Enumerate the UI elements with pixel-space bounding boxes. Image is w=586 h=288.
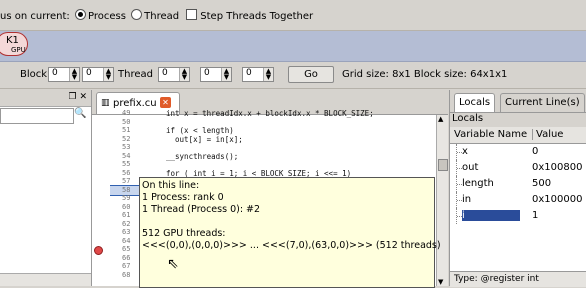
variable-value: 500: [532, 178, 552, 189]
column-header[interactable]: Variable Name: [454, 129, 527, 140]
thread-y-stepper[interactable]: 0 ▲ ▼: [200, 67, 232, 82]
thread-z-stepper[interactable]: 0 ▲ ▼: [242, 67, 274, 82]
line-number: 55: [122, 160, 131, 168]
locals-row[interactable]: i1: [450, 208, 586, 224]
locals-row[interactable]: in 0x100000: [450, 192, 586, 208]
locals-column-header: Variable Name Value: [450, 127, 586, 144]
line-number: 54: [122, 151, 131, 160]
mouse-cursor-icon: ⇖: [167, 256, 179, 272]
variable-name: out: [462, 162, 479, 173]
thread-x-stepper[interactable]: 0 ▲ ▼: [158, 67, 190, 82]
thread-y-value: 0: [204, 68, 210, 78]
editor-gutter[interactable]: [92, 115, 110, 286]
line-number: 51: [122, 126, 131, 134]
variable-name: x: [462, 146, 468, 157]
left-panel-header: ❐ ✕: [0, 90, 91, 107]
scroll-down-icon[interactable]: ▼: [438, 278, 443, 286]
panel-controls-icon[interactable]: ❐ ✕: [69, 92, 87, 102]
tooltip-line: 1 Thread (Process 0): #2: [142, 204, 261, 215]
right-tab-bar: Locals Current Line(s): [450, 90, 586, 112]
tooltip-line: <<<(0,0),(0,0,0)>>> ... <<<(7,0),(63,0,0…: [142, 240, 441, 251]
locals-section-title: Locals: [452, 113, 484, 124]
step-threads-checkbox[interactable]: [186, 9, 198, 20]
horizontal-scrollbar[interactable]: [0, 273, 91, 286]
block-y-stepper[interactable]: 0 ▲ ▼: [82, 67, 114, 82]
step-threads-label[interactable]: Step Threads Together: [200, 11, 313, 22]
line-number: 50: [122, 117, 131, 126]
line-number: 56: [122, 168, 131, 177]
thread-z-value: 0: [246, 68, 252, 78]
thread-radio-label[interactable]: Thread: [144, 11, 179, 22]
variable-value: 0: [532, 146, 539, 157]
tab-current-lines[interactable]: Current Line(s): [500, 93, 585, 112]
block-x-stepper[interactable]: 0 ▲ ▼: [48, 67, 80, 82]
kernel-k1-badge[interactable]: K1 GPU: [0, 32, 28, 56]
search-icon[interactable]: 🔍: [74, 108, 89, 123]
tab-label: prefix.cu: [113, 98, 157, 109]
stepper-arrows-icon[interactable]: ▲ ▼: [179, 68, 189, 81]
kernel-sub-label: GPU: [11, 46, 26, 54]
file-icon: ▥: [101, 98, 110, 108]
locals-row[interactable]: x0: [450, 144, 586, 160]
line-number: 52: [122, 134, 131, 143]
source-editor: ▥ prefix.cu ✕ 49 int x = threadIdx.x + bl…: [92, 90, 448, 288]
line-number: 53: [122, 143, 131, 151]
close-icon[interactable]: ✕: [160, 97, 171, 108]
thread-radio[interactable]: [131, 9, 143, 20]
locals-row[interactable]: length 500: [450, 176, 586, 192]
editor-vertical-scrollbar[interactable]: ▲ ▼: [436, 115, 448, 286]
left-search-input[interactable]: [0, 108, 74, 124]
locals-section-header: Locals: [450, 112, 586, 128]
stepper-arrows-icon[interactable]: ▲ ▼: [221, 68, 231, 81]
kernel-progress-strip: K1 GPU: [0, 31, 586, 62]
tab-locals[interactable]: Locals: [454, 93, 496, 112]
column-header[interactable]: Value: [532, 129, 563, 140]
stepper-arrows-icon[interactable]: ▲ ▼: [263, 68, 273, 81]
breakpoint-icon[interactable]: [94, 246, 103, 255]
stepper-arrows-icon[interactable]: ▲ ▼: [103, 68, 113, 81]
right-panel: Locals Current Line(s) Locals Variable N…: [449, 90, 586, 287]
variable-name: length: [462, 178, 494, 189]
scroll-thumb[interactable]: [438, 159, 448, 171]
block-label: Block: [20, 69, 48, 80]
left-panel: ❐ ✕ 🔍: [0, 90, 92, 286]
focus-toolbar: us on current: Process Thread Step Threa…: [0, 0, 586, 31]
locals-row[interactable]: out 0x100800: [450, 160, 586, 176]
thread-x-value: 0: [162, 68, 168, 78]
type-info: Type: @register int: [454, 274, 539, 284]
process-radio-label[interactable]: Process: [88, 11, 126, 22]
thread-selector-row: Block 0 ▲ ▼ 0 ▲ ▼ Thread 0 ▲ ▼ 0 ▲ ▼ 0 ▲ ▼ Go Grid…: [0, 62, 586, 89]
thread-label: Thread: [118, 69, 153, 80]
block-x-value: 0: [52, 68, 58, 78]
tooltip-line: 1 Process: rank 0: [142, 192, 224, 203]
go-button[interactable]: Go: [288, 66, 334, 83]
tooltip-line: On this line:: [142, 180, 200, 191]
grid-size-info: Grid size: 8x1 Block size: 64x1x1: [342, 69, 508, 80]
type-info-bar: Type: @register int: [450, 271, 586, 287]
line-info-tooltip: On this line: 1 Process: rank 0 1 Thread…: [139, 177, 441, 288]
focus-prefix-label: us on current:: [0, 11, 70, 22]
block-y-value: 0: [86, 68, 92, 78]
kernel-label: K1: [6, 35, 19, 46]
variable-value: 0x100800: [532, 162, 583, 173]
variable-value: 1: [532, 210, 539, 221]
scroll-up-icon[interactable]: ▲: [438, 115, 443, 123]
stepper-arrows-icon[interactable]: ▲ ▼: [69, 68, 79, 81]
line-number: 49: [122, 109, 131, 117]
process-radio[interactable]: [75, 9, 86, 20]
variable-value: 0x100000: [532, 194, 583, 205]
tooltip-line: 512 GPU threads:: [142, 228, 226, 239]
variable-name: i: [462, 210, 520, 221]
variable-name: in: [462, 194, 472, 205]
